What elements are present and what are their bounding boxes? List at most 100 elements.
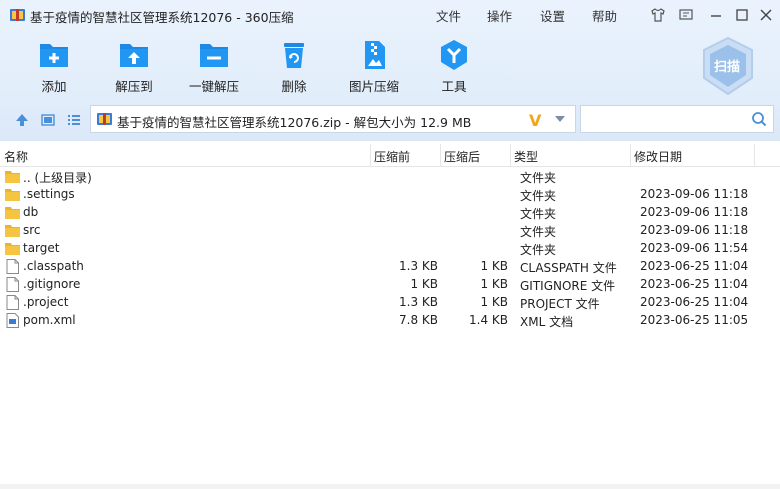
toolbar-image-compress-label: 图片压缩 xyxy=(348,79,399,94)
file-size-after: 1.4 KB xyxy=(469,313,508,327)
add-folder-icon xyxy=(40,44,68,67)
toolbar-extract-to-button[interactable]: 解压到 xyxy=(99,38,169,95)
file-modified: 2023-06-25 11:04 xyxy=(640,277,749,291)
close-icon[interactable] xyxy=(758,7,774,23)
column-type[interactable]: 类型 xyxy=(514,148,538,165)
menu-help[interactable]: 帮助 xyxy=(592,6,617,25)
file-icon xyxy=(5,277,20,292)
column-modified[interactable]: 修改日期 xyxy=(634,148,682,165)
file-row[interactable]: db 文件夹 2023-09-06 11:18 xyxy=(0,204,780,222)
column-divider[interactable] xyxy=(440,144,441,166)
menu-settings[interactable]: 设置 xyxy=(540,6,565,25)
scan-button[interactable]: 扫描 xyxy=(700,36,756,96)
file-row[interactable]: target 文件夹 2023-09-06 11:54 xyxy=(0,240,780,258)
status-bar xyxy=(0,484,780,489)
file-row[interactable]: .gitignore 1 KB 1 KB GITIGNORE 文件 2023-06-25… xyxy=(0,276,780,294)
file-modified: 2023-06-25 11:04 xyxy=(640,259,749,273)
archive-path: 基于疫情的智慧社区管理系统12076.zip - 解包大小为 12.9 MB xyxy=(117,115,472,130)
file-icon xyxy=(5,295,20,310)
file-name: .gitignore xyxy=(23,277,81,291)
column-before[interactable]: 压缩前 xyxy=(374,148,410,165)
file-list-header: 名称 压缩前 压缩后 类型 修改日期 xyxy=(0,144,780,167)
skin-shirt-icon[interactable] xyxy=(650,7,666,23)
title-bar: 基于疫情的智慧社区管理系统12076 - 360压缩 文件 操作 设置 帮助 xyxy=(0,0,780,30)
view-thumbnail-icon[interactable] xyxy=(40,112,56,128)
toolbar-one-click-extract-label: 一键解压 xyxy=(188,79,239,94)
file-modified: 2023-09-06 11:54 xyxy=(640,241,749,255)
file-name: .. (上级目录) xyxy=(23,171,92,185)
file-modified: 2023-09-06 11:18 xyxy=(640,205,749,219)
address-dropdown-icon[interactable] xyxy=(555,116,565,122)
file-size-after: 1 KB xyxy=(480,277,508,291)
file-row[interactable]: .. (上级目录) 文件夹 xyxy=(0,168,780,186)
zip-file-icon xyxy=(97,113,112,125)
address-bar[interactable]: 基于疫情的智慧社区管理系统12076.zip - 解包大小为 12.9 MB V xyxy=(90,105,576,133)
file-row[interactable]: pom.xml 7.8 KB 1.4 KB XML 文档 2023-06-25 11:0… xyxy=(0,312,780,330)
v-logo-icon[interactable]: V xyxy=(529,111,541,130)
file-type: 文件夹 xyxy=(520,225,557,239)
menu-operate[interactable]: 操作 xyxy=(487,6,512,25)
file-icon xyxy=(5,259,20,274)
column-divider[interactable] xyxy=(370,144,371,166)
file-type: 文件夹 xyxy=(520,171,557,185)
tools-icon xyxy=(441,40,467,70)
file-name: .classpath xyxy=(23,259,84,273)
search-box[interactable] xyxy=(580,105,774,133)
file-name: .project xyxy=(23,295,69,309)
file-type: GITIGNORE 文件 xyxy=(520,279,616,293)
window-title: 基于疫情的智慧社区管理系统12076 - 360压缩 xyxy=(30,10,294,25)
folder-icon xyxy=(5,169,20,184)
folder-icon xyxy=(5,241,20,256)
file-name: target xyxy=(23,241,60,255)
file-modified: 2023-09-06 11:18 xyxy=(640,223,749,237)
file-name: pom.xml xyxy=(23,313,76,327)
file-row[interactable]: src 文件夹 2023-09-06 11:18 xyxy=(0,222,780,240)
file-size-before: 1.3 KB xyxy=(399,259,438,273)
column-name[interactable]: 名称 xyxy=(4,148,28,165)
file-size-before: 1 KB xyxy=(410,277,438,291)
view-list-icon[interactable] xyxy=(66,112,82,128)
column-after[interactable]: 压缩后 xyxy=(444,148,480,165)
file-modified: 2023-06-25 11:05 xyxy=(640,313,749,327)
file-row[interactable]: .settings 文件夹 2023-09-06 11:18 xyxy=(0,186,780,204)
toolbar-one-click-extract-button[interactable]: 一键解压 xyxy=(179,38,249,95)
file-type: 文件夹 xyxy=(520,207,557,221)
file-row[interactable]: .project 1.3 KB 1 KB PROJECT 文件 2023-06-25 1… xyxy=(0,294,780,312)
menu-file[interactable]: 文件 xyxy=(436,6,461,25)
one-click-extract-icon xyxy=(200,44,228,67)
file-row[interactable]: .classpath 1.3 KB 1 KB CLASSPATH 文件 2023-06-… xyxy=(0,258,780,276)
image-compress-icon xyxy=(365,41,385,69)
column-divider[interactable] xyxy=(630,144,631,166)
file-size-before: 7.8 KB xyxy=(399,313,438,327)
folder-icon xyxy=(5,187,20,202)
toolbar-add-button[interactable]: 添加 xyxy=(19,38,89,95)
scan-label: 扫描 xyxy=(714,60,741,75)
file-size-after: 1 KB xyxy=(480,259,508,273)
file-modified: 2023-09-06 11:18 xyxy=(640,187,749,201)
recycle-bin-icon xyxy=(284,43,304,68)
file-type: CLASSPATH 文件 xyxy=(520,261,617,275)
search-input[interactable] xyxy=(585,109,749,131)
toolbar-tools-button[interactable]: 工具 xyxy=(419,38,489,95)
file-size-after: 1 KB xyxy=(480,295,508,309)
file-type: 文件夹 xyxy=(520,189,557,203)
file-size-before: 1.3 KB xyxy=(399,295,438,309)
folder-icon xyxy=(5,223,20,238)
search-icon[interactable] xyxy=(751,111,767,127)
file-type: XML 文档 xyxy=(520,315,574,329)
extract-to-icon xyxy=(120,44,148,67)
feedback-icon[interactable] xyxy=(678,7,694,23)
maximize-icon[interactable] xyxy=(734,7,750,23)
toolbar-delete-button[interactable]: 删除 xyxy=(259,38,329,95)
file-name: db xyxy=(23,205,39,219)
minimize-icon[interactable] xyxy=(708,7,724,23)
file-type: 文件夹 xyxy=(520,243,557,257)
file-name: src xyxy=(23,223,41,237)
folder-icon xyxy=(5,205,20,220)
toolbar-image-compress-button[interactable]: 图片压缩 xyxy=(339,38,409,95)
column-divider[interactable] xyxy=(754,144,755,166)
column-divider[interactable] xyxy=(510,144,511,166)
toolbar-tools-label: 工具 xyxy=(441,79,467,94)
up-arrow-icon[interactable] xyxy=(14,112,30,128)
zip-app-icon xyxy=(10,9,25,21)
